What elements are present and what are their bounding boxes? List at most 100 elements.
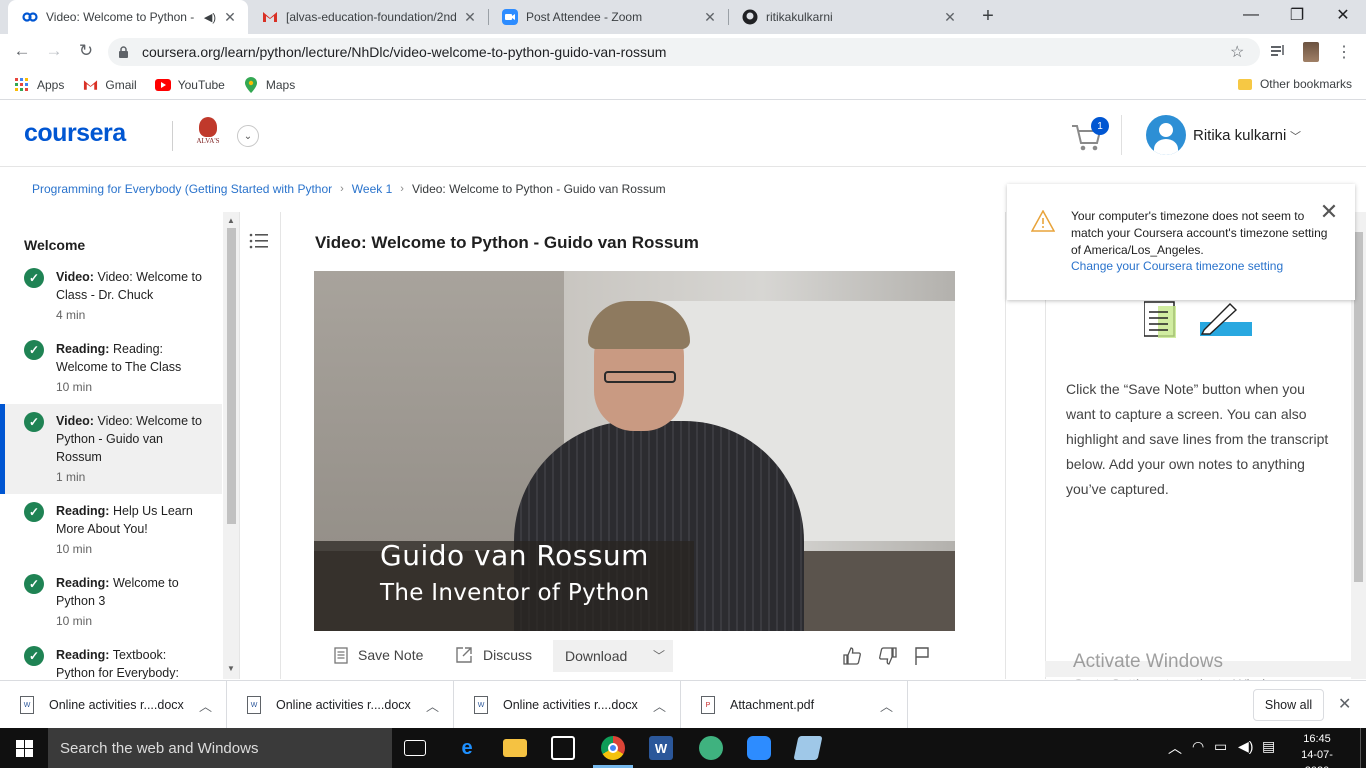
save-note-button[interactable]: Save Note — [334, 638, 423, 672]
bookmark-apps[interactable]: Apps — [14, 77, 64, 93]
video-player[interactable]: Guido van Rossum The Inventor of Python — [314, 271, 955, 631]
clock-time: 16:45 — [1303, 733, 1331, 745]
battery-icon[interactable]: ▭ — [1214, 738, 1227, 755]
notepad-icon[interactable] — [793, 736, 823, 760]
tab-gmail[interactable]: [alvas-education-foundation/2nd ✕ — [248, 0, 488, 34]
sidebar-scrollbar[interactable]: ▲ ▼ — [223, 212, 239, 679]
close-icon[interactable]: ✕ — [1319, 201, 1339, 223]
breadcrumb-current: Video: Welcome to Python - Guido van Ros… — [411, 182, 666, 196]
action-center-icon[interactable]: ▤ — [1262, 738, 1275, 755]
taskbar-clock[interactable]: 16:45 14-07-2020 — [1290, 731, 1344, 768]
org-logo[interactable]: ALVA'S — [192, 117, 224, 153]
user-name[interactable]: Ritika kulkarni — [1193, 127, 1286, 144]
item-duration: 10 min — [56, 542, 93, 556]
forward-button[interactable]: → — [42, 41, 66, 63]
bookmark-star-icon[interactable]: ☆ — [1230, 42, 1250, 62]
thumbs-up-button[interactable] — [842, 646, 862, 671]
sidebar-item-active[interactable]: ✓ Video: Video: Welcome to Python - Guid… — [0, 404, 222, 494]
start-button[interactable] — [0, 728, 48, 768]
maps-app-icon[interactable] — [699, 736, 723, 760]
close-window-button[interactable]: ✕ — [1320, 0, 1366, 30]
page-title: Video: Welcome to Python - Guido van Ros… — [315, 233, 699, 252]
thumbs-down-button[interactable] — [878, 646, 898, 671]
table-of-contents-toggle[interactable] — [241, 212, 281, 679]
close-icon[interactable]: ✕ — [1338, 694, 1351, 714]
omnibox[interactable]: coursera.org/learn/python/lecture/NhDlc/… — [108, 38, 1260, 66]
show-desktop-button[interactable] — [1360, 728, 1366, 768]
task-view-icon[interactable] — [404, 740, 426, 756]
word-icon[interactable]: W — [649, 736, 673, 760]
tab-coursera[interactable]: Video: Welcome to Python - ◀) ✕ — [8, 0, 248, 34]
coursera-logo[interactable]: coursera — [24, 119, 126, 148]
report-flag-button[interactable] — [914, 646, 930, 671]
chevron-up-icon[interactable]: ︿ — [426, 696, 439, 715]
scrollbar-thumb[interactable] — [1354, 232, 1363, 582]
completed-check-icon: ✓ — [24, 646, 44, 666]
bookmark-gmail[interactable]: Gmail — [82, 77, 137, 93]
restore-button[interactable]: ❐ — [1274, 0, 1320, 30]
close-tab-icon[interactable]: ✕ — [702, 9, 718, 26]
taskbar-search-input[interactable]: Search the web and Windows — [48, 728, 392, 768]
show-hidden-icons[interactable]: ︿ — [1168, 738, 1182, 758]
media-control-icon[interactable] — [1270, 43, 1288, 59]
store-icon[interactable] — [551, 736, 575, 760]
sidebar-item[interactable]: ✓ Reading: Reading: Welcome to The Class… — [0, 332, 222, 404]
bookmark-label: YouTube — [177, 77, 225, 92]
download-item[interactable]: W Online activities r....docx ︿ — [227, 681, 454, 729]
item-type: Reading: — [56, 342, 110, 356]
chrome-icon[interactable] — [593, 736, 633, 768]
download-item[interactable]: W Online activities r....docx ︿ — [0, 681, 227, 729]
other-bookmarks[interactable]: Other bookmarks — [1237, 77, 1352, 91]
file-explorer-icon[interactable] — [503, 739, 527, 757]
new-tab-button[interactable]: + — [976, 5, 1000, 28]
video-actions: Save Note Discuss Download ﹀ — [314, 638, 955, 672]
speaker-icon[interactable]: ◀) — [204, 11, 216, 24]
scrollbar-thumb[interactable] — [227, 228, 236, 524]
scroll-up-icon[interactable]: ▲ — [227, 216, 235, 225]
tab-github[interactable]: ritikakulkarni ✕ — [728, 0, 968, 34]
item-duration: 10 min — [56, 614, 93, 628]
chrome-menu-icon[interactable]: ⋮ — [1336, 42, 1352, 62]
breadcrumb-week[interactable]: Week 1 — [352, 182, 392, 196]
edge-browser-icon[interactable]: e — [455, 736, 479, 760]
network-icon[interactable]: ◠ — [1192, 738, 1204, 755]
item-type: Video: — [56, 414, 94, 428]
download-dropdown[interactable]: Download ﹀ — [553, 640, 673, 672]
item-duration: 10 min — [56, 380, 93, 394]
tab-zoom[interactable]: Post Attendee - Zoom ✕ — [488, 0, 728, 34]
bookmark-youtube[interactable]: YouTube — [154, 77, 225, 93]
discuss-button[interactable]: Discuss — [455, 638, 532, 672]
url-text[interactable]: coursera.org/learn/python/lecture/NhDlc/… — [142, 44, 1230, 60]
breadcrumb-course[interactable]: Programming for Everybody (Getting Start… — [32, 182, 332, 196]
close-tab-icon[interactable]: ✕ — [462, 9, 478, 26]
chevron-up-icon[interactable]: ︿ — [880, 696, 893, 715]
github-icon — [742, 9, 758, 25]
show-all-downloads-button[interactable]: Show all — [1253, 689, 1324, 721]
download-item[interactable]: W Online activities r....docx ︿ — [454, 681, 681, 729]
sidebar-item[interactable]: ✓ Reading: Welcome to Python 3 10 min — [0, 566, 222, 638]
lock-icon[interactable] — [118, 46, 130, 58]
reload-button[interactable]: ↻ — [74, 41, 98, 63]
bookmark-maps[interactable]: Maps — [243, 76, 295, 93]
download-item[interactable]: P Attachment.pdf ︿ — [681, 681, 908, 729]
minimize-button[interactable]: — — [1228, 0, 1274, 30]
timezone-settings-link[interactable]: Change your Coursera timezone setting — [1071, 259, 1283, 273]
back-button[interactable]: ← — [10, 41, 34, 63]
close-tab-icon[interactable]: ✕ — [222, 9, 238, 26]
profile-avatar-icon[interactable] — [1303, 42, 1319, 62]
flag-icon — [915, 647, 929, 665]
note-icon — [334, 646, 348, 664]
close-tab-icon[interactable]: ✕ — [942, 9, 958, 26]
chevron-up-icon[interactable]: ︿ — [199, 696, 212, 715]
scroll-down-icon[interactable]: ▼ — [227, 664, 235, 673]
zoom-app-icon[interactable] — [747, 736, 771, 760]
sidebar-item[interactable]: ✓ Video: Video: Welcome to Class - Dr. C… — [0, 260, 222, 332]
chevron-up-icon[interactable]: ︿ — [653, 696, 666, 715]
sidebar-item[interactable]: ✓ Reading: Textbook: Python for Everybod… — [0, 638, 222, 679]
org-dropdown-button[interactable]: ⌄ — [237, 125, 259, 147]
chevron-down-icon[interactable]: ﹀ — [1290, 128, 1301, 144]
word-doc-icon: W — [20, 696, 34, 714]
avatar[interactable] — [1146, 115, 1186, 155]
volume-icon[interactable]: ◀) — [1238, 738, 1253, 755]
sidebar-item[interactable]: ✓ Reading: Help Us Learn More About You!… — [0, 494, 222, 566]
